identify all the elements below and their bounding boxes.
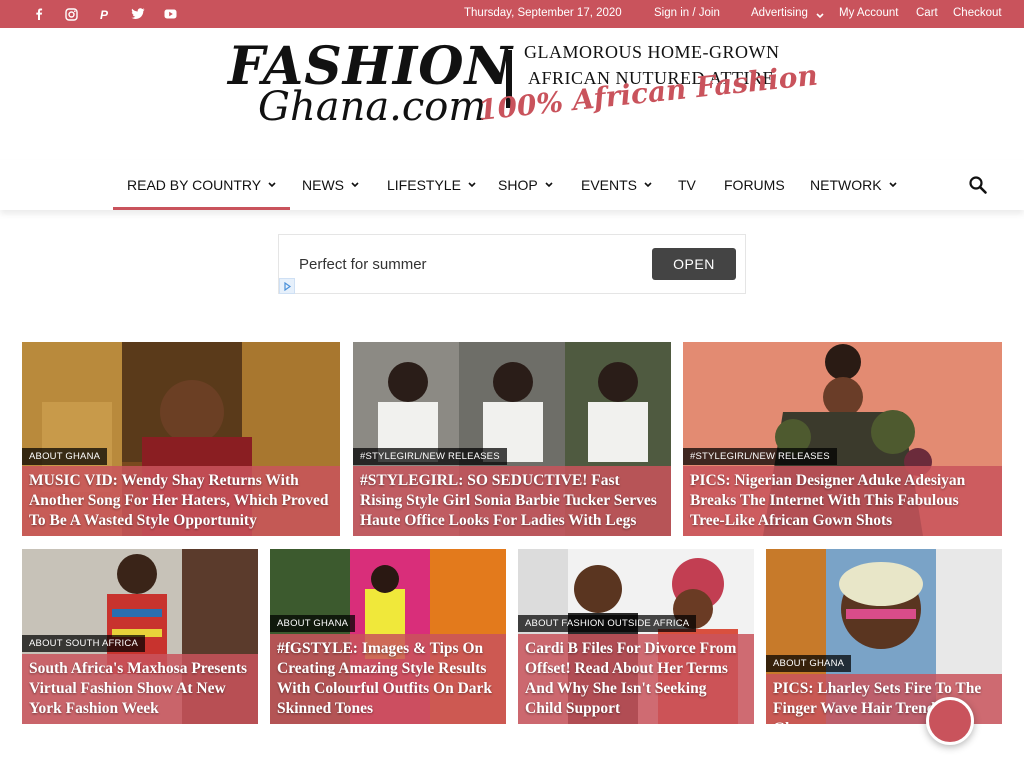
category-badge[interactable]: #STYLEGIRL/NEW RELEASES — [353, 448, 507, 465]
nav-label: NETWORK — [810, 177, 882, 193]
nav-label: FORUMS — [724, 177, 785, 193]
cart-link[interactable]: Cart — [916, 7, 938, 19]
nav-label: TV — [678, 177, 696, 193]
article-caption: MUSIC VID: Wendy Shay Returns With Anoth… — [22, 466, 340, 536]
article-caption: PICS: Nigerian Designer Aduke Adesiyan B… — [683, 466, 1002, 536]
article-caption: Cardi B Files For Divorce From Offset! R… — [518, 634, 754, 724]
category-badge[interactable]: ABOUT FASHION OUTSIDE AFRICA — [518, 615, 697, 632]
article-tile[interactable]: #STYLEGIRL/NEW RELEASES PICS: Nigerian D… — [683, 342, 1002, 536]
main-nav: READ BY COUNTRY NEWS LIFESTYLE SHOP EVEN… — [0, 160, 1024, 210]
article-tile[interactable]: ABOUT GHANA #fGSTYLE: Images & Tips On C… — [270, 549, 506, 724]
article-tile[interactable]: ABOUT GHANA PICS: Lharley Sets Fire To T… — [766, 549, 1002, 724]
ad-banner[interactable]: Perfect for summer OPEN — [278, 234, 746, 294]
nav-forums[interactable]: FORUMS — [724, 160, 785, 210]
ad-open-button[interactable]: OPEN — [652, 248, 736, 280]
chevron-down-icon — [468, 182, 476, 188]
nav-events[interactable]: EVENTS — [581, 160, 652, 210]
nav-label: SHOP — [498, 177, 538, 193]
logo-tagline-1: GLAMOROUS HOME-GROWN — [524, 42, 780, 62]
article-tile[interactable]: #STYLEGIRL/NEW RELEASES #STYLEGIRL: SO S… — [353, 342, 671, 536]
instagram-icon[interactable] — [55, 0, 88, 28]
category-badge[interactable]: ABOUT GHANA — [766, 655, 852, 672]
nav-label: EVENTS — [581, 177, 638, 193]
nav-tv[interactable]: TV — [678, 160, 696, 210]
my-account-link[interactable]: My Account — [839, 7, 898, 19]
top-bar: P Thursday, September 17, 2020 Sign in /… — [0, 0, 1024, 28]
nav-label: READ BY COUNTRY — [127, 177, 262, 193]
category-badge[interactable]: #STYLEGIRL/NEW RELEASES — [683, 448, 837, 465]
nav-read-by-country[interactable]: READ BY COUNTRY — [112, 160, 291, 210]
checkout-link[interactable]: Checkout — [953, 7, 1002, 19]
search-icon[interactable] — [968, 175, 988, 200]
chevron-down-icon[interactable] — [816, 10, 824, 22]
patreon-icon[interactable]: P — [88, 0, 121, 28]
category-badge[interactable]: ABOUT GHANA — [22, 448, 108, 465]
nav-network[interactable]: NETWORK — [810, 160, 897, 210]
floating-action-button[interactable] — [926, 697, 974, 745]
chevron-down-icon — [888, 182, 897, 188]
article-caption: #STYLEGIRL: SO SEDUCTIVE! Fast Rising St… — [353, 466, 671, 536]
article-tile[interactable]: ABOUT SOUTH AFRICA South Africa's Maxhos… — [22, 549, 258, 724]
chevron-down-icon — [545, 182, 553, 188]
svg-text:P: P — [100, 8, 109, 21]
sign-in-link[interactable]: Sign in / Join — [654, 7, 720, 19]
facebook-icon[interactable] — [22, 0, 55, 28]
social-links: P — [22, 0, 187, 28]
logo-sub-wordmark: Ghana.com — [258, 84, 487, 130]
article-caption: #fGSTYLE: Images & Tips On Creating Amaz… — [270, 634, 506, 724]
adchoices-icon[interactable] — [279, 278, 295, 294]
chevron-down-icon — [351, 182, 359, 188]
current-date: Thursday, September 17, 2020 — [464, 7, 622, 19]
twitter-icon[interactable] — [121, 0, 154, 28]
site-logo[interactable]: FASHION Ghana.com GLAMOROUS HOME-GROWN A… — [228, 36, 819, 148]
article-title[interactable]: #fGSTYLE: Images & Tips On Creating Amaz… — [277, 639, 499, 719]
article-tile[interactable]: ABOUT GHANA MUSIC VID: Wendy Shay Return… — [22, 342, 340, 536]
category-badge[interactable]: ABOUT GHANA — [270, 615, 356, 632]
category-badge[interactable]: ABOUT SOUTH AFRICA — [22, 635, 145, 652]
nav-shop[interactable]: SHOP — [498, 160, 553, 210]
youtube-icon[interactable] — [154, 0, 187, 28]
advertising-menu[interactable]: Advertising — [751, 7, 808, 19]
chevron-down-icon — [644, 182, 652, 188]
article-caption: South Africa's Maxhosa Presents Virtual … — [22, 654, 258, 724]
article-title[interactable]: #STYLEGIRL: SO SEDUCTIVE! Fast Rising St… — [360, 471, 664, 531]
nav-label: NEWS — [302, 177, 344, 193]
nav-news[interactable]: NEWS — [302, 160, 359, 210]
nav-label: LIFESTYLE — [387, 177, 461, 193]
article-title[interactable]: PICS: Nigerian Designer Aduke Adesiyan B… — [690, 471, 995, 531]
nav-lifestyle[interactable]: LIFESTYLE — [387, 160, 476, 210]
article-title[interactable]: South Africa's Maxhosa Presents Virtual … — [29, 659, 251, 719]
article-title[interactable]: Cardi B Files For Divorce From Offset! R… — [525, 639, 747, 719]
ad-text: Perfect for summer — [299, 256, 427, 273]
chevron-down-icon — [268, 182, 276, 188]
article-tile[interactable]: ABOUT FASHION OUTSIDE AFRICA Cardi B Fil… — [518, 549, 754, 724]
article-title[interactable]: MUSIC VID: Wendy Shay Returns With Anoth… — [29, 471, 333, 531]
